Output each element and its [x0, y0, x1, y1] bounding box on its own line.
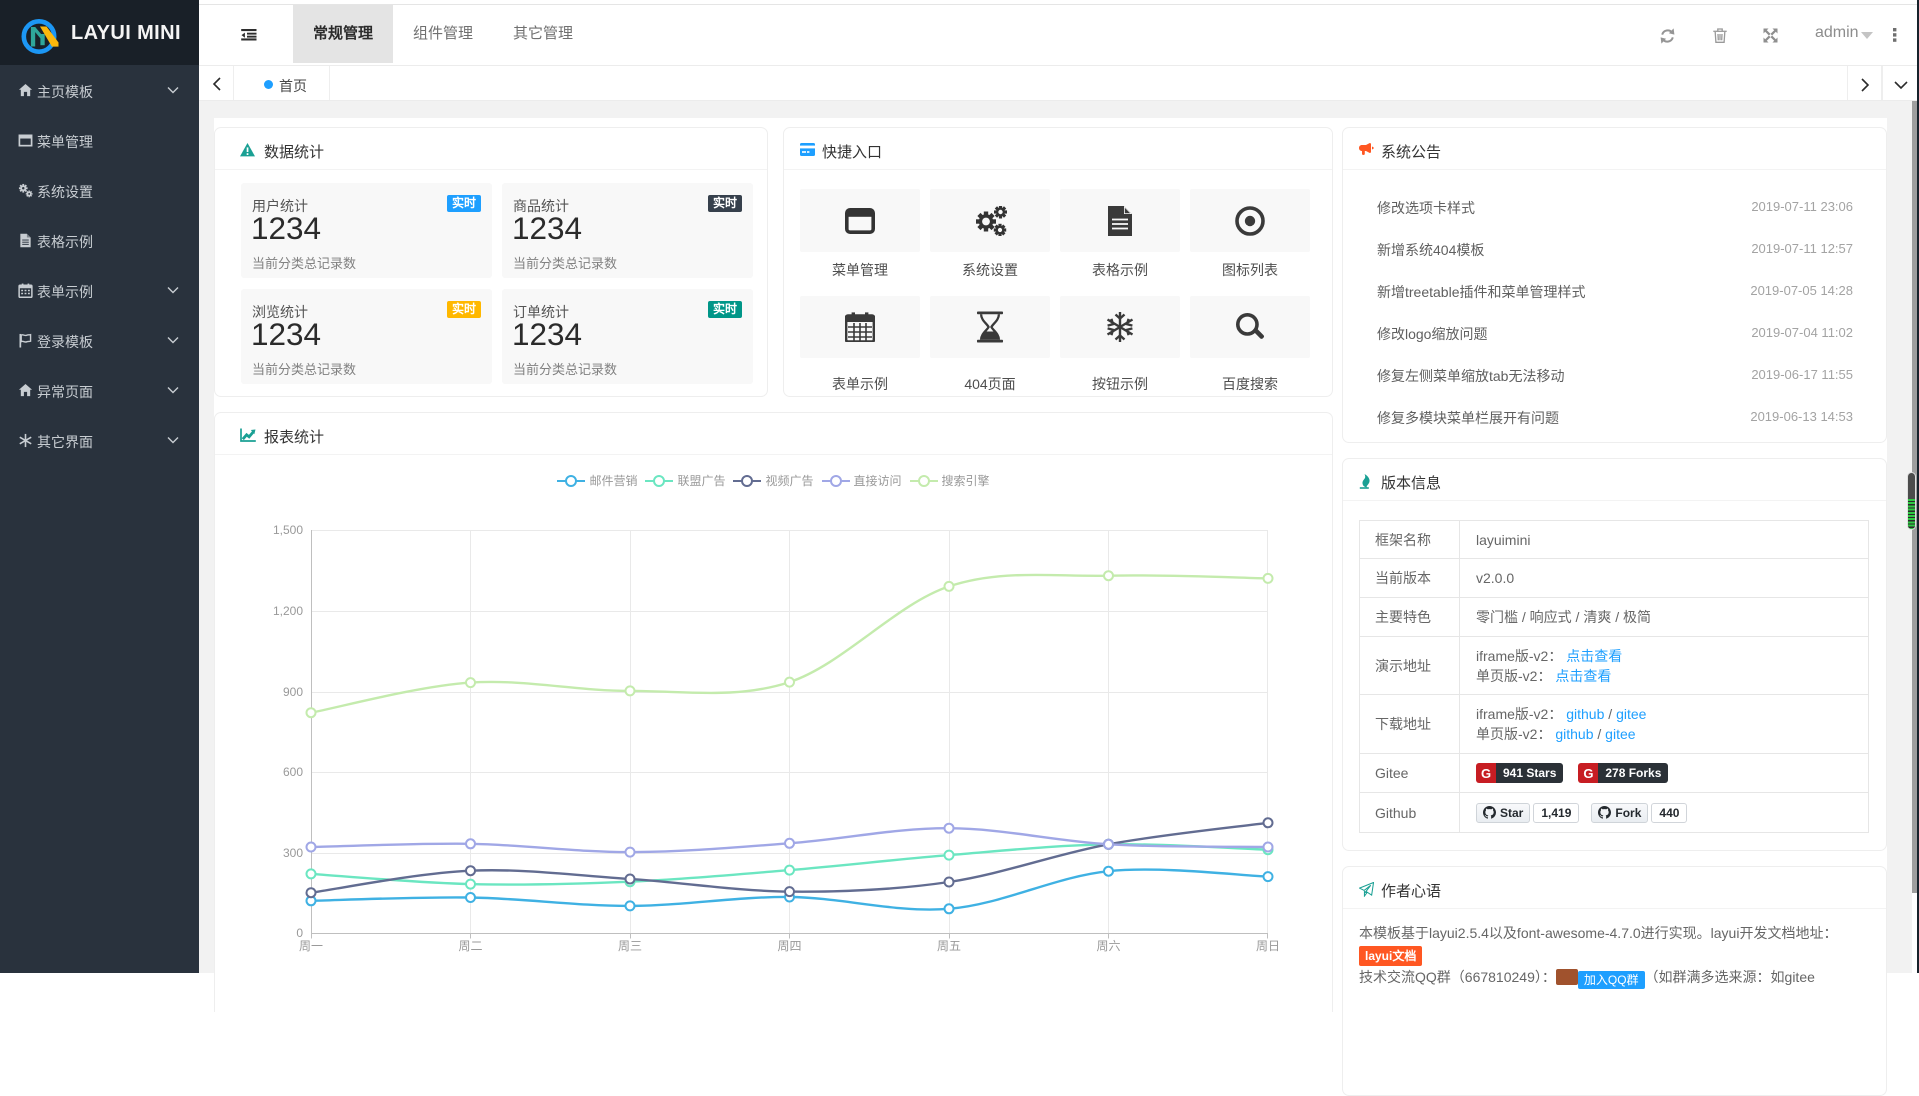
svg-text:600: 600 [283, 765, 303, 779]
svg-text:0: 0 [296, 926, 303, 940]
svg-text:1,200: 1,200 [273, 604, 303, 618]
svg-text:周二: 周二 [458, 939, 482, 953]
svg-text:周五: 周五 [937, 939, 961, 953]
svg-text:300: 300 [283, 846, 303, 860]
svg-text:900: 900 [283, 685, 303, 699]
svg-text:周一: 周一 [299, 939, 323, 953]
svg-text:周三: 周三 [618, 939, 642, 953]
svg-text:1,500: 1,500 [273, 523, 303, 537]
svg-text:周六: 周六 [1096, 939, 1120, 953]
svg-text:周四: 周四 [777, 939, 801, 953]
svg-text:周日: 周日 [1256, 939, 1280, 953]
